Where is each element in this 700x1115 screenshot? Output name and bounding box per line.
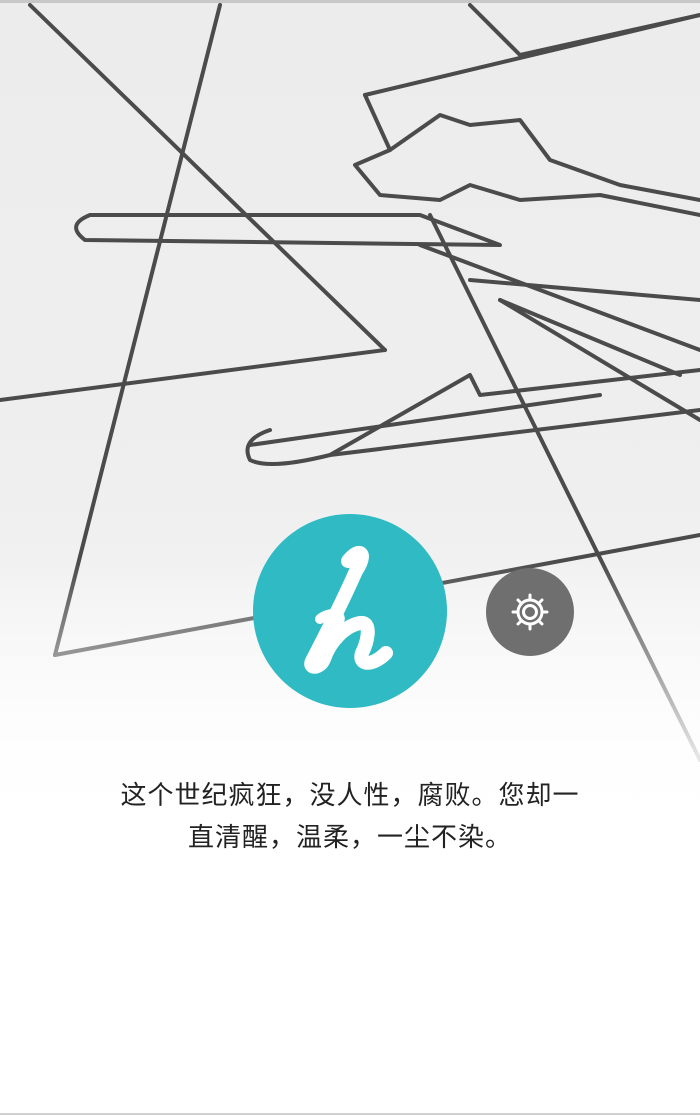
quote-line-2: 直清醒，温柔，一尘不染。 [187,823,512,853]
gear-icon [511,593,549,631]
top-edge [0,0,700,3]
quote-text: 这个世纪疯狂，没人性，腐败。您却一 直清醒，温柔，一尘不染。 [80,775,620,859]
quote-line-1: 这个世纪疯狂，没人性，腐败。您却一 [120,781,580,811]
settings-button[interactable] [486,568,574,656]
app-logo-button[interactable] [253,514,447,708]
splash-screen: 这个世纪疯狂，没人性，腐败。您却一 直清醒，温柔，一尘不染。 [0,0,700,1115]
handwritten-h-icon [304,545,393,674]
